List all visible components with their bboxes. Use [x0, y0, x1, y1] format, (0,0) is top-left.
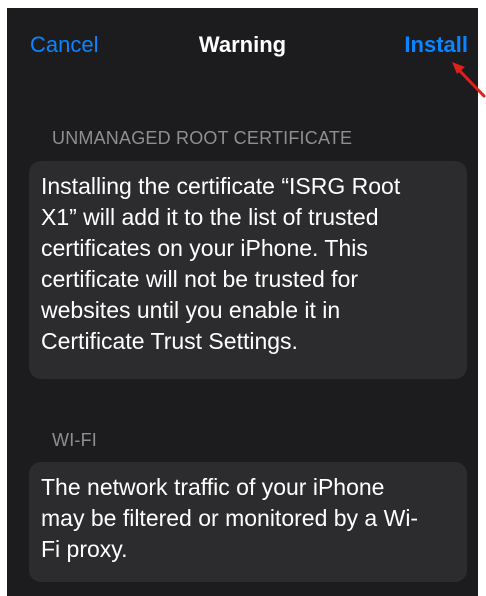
navigation-bar: Cancel Warning Install: [7, 8, 478, 80]
red-arrow-icon: [452, 62, 486, 98]
warning-line: websites until you enable it in: [41, 297, 341, 323]
warning-line: certificates on your iPhone. This: [41, 235, 368, 261]
root-certificate-warning-card: Installing the certificate “ISRG Root X1…: [29, 161, 467, 379]
warning-line: Installing the certificate “ISRG Root: [41, 173, 401, 199]
warning-line: Fi proxy.: [41, 536, 128, 562]
section-header-wifi: WI-FI: [52, 430, 97, 450]
warning-screen: Cancel Warning Install UNMANAGED ROOT CE…: [7, 8, 478, 596]
install-button[interactable]: Install: [404, 32, 468, 58]
wifi-warning-text: The network traffic of your iPhone may b…: [41, 472, 455, 565]
warning-line: may be filtered or monitored by a Wi-: [41, 505, 419, 531]
warning-line: The network traffic of your iPhone: [41, 474, 385, 500]
wifi-warning-card: The network traffic of your iPhone may b…: [29, 462, 467, 582]
warning-line: Certificate Trust Settings.: [41, 328, 298, 354]
warning-line: certificate will not be trusted for: [41, 266, 359, 292]
root-certificate-warning-text: Installing the certificate “ISRG Root X1…: [41, 171, 455, 357]
warning-line: X1” will add it to the list of trusted: [41, 204, 379, 230]
section-header-root-certificate: UNMANAGED ROOT CERTIFICATE: [52, 128, 353, 148]
